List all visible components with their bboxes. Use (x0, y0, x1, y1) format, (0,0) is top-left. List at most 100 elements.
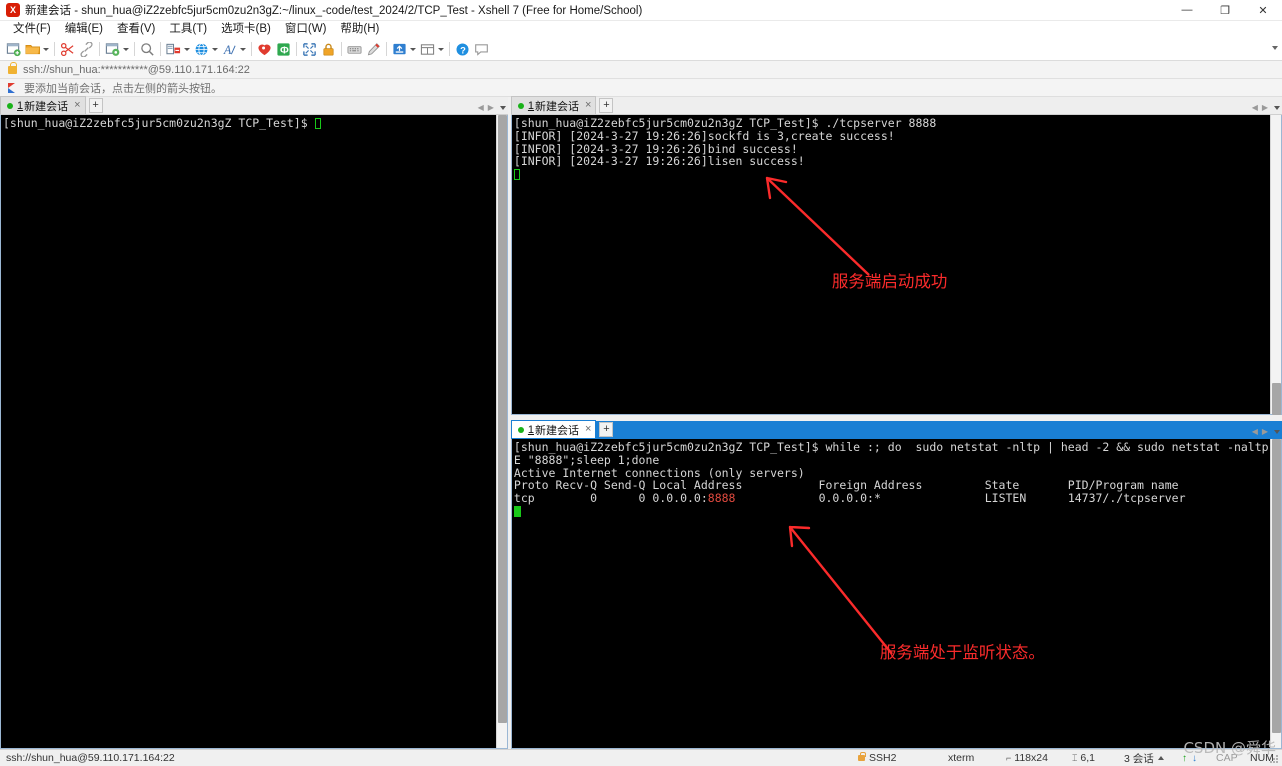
toolbar-separator-6 (296, 42, 297, 56)
keyboard-icon[interactable] (345, 39, 364, 59)
toolbar-separator-1 (54, 42, 55, 56)
xshell-window: X 新建会话 - shun_hua@iZ2zebfc5jur5cm0zu2n3g… (0, 0, 1282, 766)
script-icon[interactable]: Ф (274, 39, 293, 59)
status-connection: ssh://shun_hua@59.110.171.164:22 (6, 752, 175, 764)
tab-left-session-1[interactable]: 1 新建会话 × (0, 96, 86, 114)
terminal-left-wrap: [shun_hua@iZ2zebfc5jur5cm0zu2n3gZ TCP_Te… (0, 115, 508, 749)
tab-list-caret-icon[interactable] (1274, 105, 1280, 110)
terminal-right-top-scrollbar[interactable] (1270, 115, 1281, 415)
fullscreen-icon[interactable] (300, 39, 319, 59)
highlight-icon[interactable] (255, 39, 274, 59)
sessions-caret-icon[interactable] (1157, 756, 1164, 760)
toolbar-separator-2 (99, 42, 100, 56)
scrollbar-thumb[interactable] (1272, 383, 1281, 415)
lock-icon[interactable] (319, 39, 338, 59)
tab-scroll-left-icon[interactable]: ◀ (478, 103, 484, 112)
server-listen-annotation: 服务端处于监听状态。 (879, 643, 1045, 662)
tab-label: 新建会话 (535, 424, 580, 437)
terminal-right-top[interactable]: [shun_hua@iZ2zebfc5jur5cm0zu2n3gZ TCP_Te… (511, 115, 1270, 414)
netstat-suffix: 0.0.0.0:* LISTEN 14737/./tcpserver (735, 491, 1186, 506)
toolbar-overflow-caret[interactable] (1272, 46, 1278, 50)
tab-scroll-left-icon[interactable]: ◀ (1252, 427, 1258, 436)
close-button[interactable]: ✕ (1244, 0, 1282, 21)
terminal-right-bottom-scrollbar[interactable] (1270, 439, 1281, 748)
pane-right-top: 1 新建会话 × + ◀ ▶ [shun_hua@iZ2zebfc5jur5cm… (510, 96, 1282, 415)
address-bar[interactable]: ssh://shun_hua:***********@59.110.171.16… (0, 61, 1282, 79)
address-input[interactable]: ssh://shun_hua:***********@59.110.171.16… (23, 64, 250, 76)
log-pen-icon[interactable] (364, 39, 383, 59)
help-icon[interactable]: ? (453, 39, 472, 59)
tab-list-caret-icon[interactable] (499, 105, 506, 110)
terminal-cursor (513, 169, 520, 181)
address-lock-icon (8, 61, 17, 74)
terminal-right-bottom[interactable]: [shun_hua@iZ2zebfc5jur5cm0zu2n3gZ TCP_Te… (511, 439, 1270, 748)
tab-close-icon[interactable]: × (585, 100, 591, 111)
tab-close-icon[interactable]: × (585, 424, 591, 435)
status-size: 118x24 (1014, 752, 1048, 764)
open-dropdown-caret[interactable] (43, 47, 49, 51)
layout-caret[interactable] (438, 47, 444, 51)
terminal-line (513, 168, 1270, 181)
minimize-button[interactable]: — (1168, 0, 1206, 21)
maximize-restore-button[interactable]: ❐ (1206, 0, 1244, 21)
tab-label: 新建会话 (535, 100, 580, 113)
open-folder-icon[interactable] (23, 39, 42, 59)
properties-dropdown-caret[interactable] (123, 47, 129, 51)
resize-gripper-icon[interactable] (1268, 753, 1280, 765)
svg-text:?: ? (460, 45, 466, 55)
search-icon[interactable] (138, 39, 157, 59)
menu-tabs[interactable]: 选项卡(B) (214, 21, 278, 38)
tabstrip-right-top-nav: ◀ ▶ (1252, 103, 1280, 112)
status-bar: ssh://shun_hua@59.110.171.164:22 SSH2 xt… (0, 749, 1282, 766)
snapshot-caret[interactable] (410, 47, 416, 51)
terminal-line: [shun_hua@iZ2zebfc5jur5cm0zu2n3gZ TCP_Te… (513, 440, 1270, 454)
tab-scroll-right-icon[interactable]: ▶ (1262, 427, 1268, 436)
disconnect-icon[interactable] (58, 39, 77, 59)
terminal-left-scrollbar[interactable] (495, 115, 507, 748)
netstat-prefix: tcp 0 0 0.0.0.0: (513, 491, 708, 506)
globe-caret[interactable] (212, 47, 218, 51)
new-tab-button[interactable]: + (599, 422, 614, 437)
terminal-line: [shun_hua@iZ2zebfc5jur5cm0zu2n3gZ TCP_Te… (513, 116, 937, 130)
pane-right-bottom: 1 新建会话 × + ◀ ▶ [shun_hua@iZ2zebfc5jur5cm… (510, 420, 1282, 749)
file-transfer-caret[interactable] (184, 47, 190, 51)
toolbar-separator-5 (251, 42, 252, 56)
tab-right-bottom-session-1[interactable]: 1 新建会话 × (510, 420, 597, 438)
csdn-watermark: CSDN @舜华 (1183, 739, 1276, 757)
tab-scroll-left-icon[interactable]: ◀ (1252, 103, 1258, 112)
menu-view[interactable]: 查看(V) (110, 21, 162, 38)
scrollbar-thumb[interactable] (1272, 439, 1281, 733)
tab-right-top-session-1[interactable]: 1 新建会话 × (510, 96, 597, 114)
menu-file[interactable]: 文件(F) (6, 21, 58, 38)
tab-list-caret-icon[interactable] (1274, 429, 1280, 434)
reconnect-icon[interactable] (77, 39, 96, 59)
snapshot-icon[interactable] (390, 39, 409, 59)
properties-icon[interactable] (103, 39, 122, 59)
terminal-line: [shun_hua@iZ2zebfc5jur5cm0zu2n3gZ TCP_Te… (3, 117, 496, 130)
window-controls: — ❐ ✕ (1168, 0, 1282, 21)
globe-icon[interactable] (192, 39, 211, 59)
font-icon[interactable]: A (220, 39, 239, 59)
menu-window[interactable]: 窗口(W) (278, 21, 334, 38)
status-sessions-cell[interactable]: 3 会话 (1124, 751, 1182, 766)
terminal-left[interactable]: [shun_hua@iZ2zebfc5jur5cm0zu2n3gZ TCP_Te… (1, 115, 496, 748)
terminal-text: [shun_hua@iZ2zebfc5jur5cm0zu2n3gZ TCP_Te… (3, 116, 315, 130)
menu-help[interactable]: 帮助(H) (333, 21, 386, 38)
font-caret[interactable] (240, 47, 246, 51)
menu-tools[interactable]: 工具(T) (162, 21, 214, 38)
file-transfer-icon[interactable] (164, 39, 183, 59)
new-tab-button[interactable]: + (599, 98, 614, 113)
notice-bar: 要添加当前会话，点击左侧的箭头按钮。 (0, 79, 1282, 97)
feedback-icon[interactable] (472, 39, 491, 59)
scrollbar-thumb[interactable] (497, 115, 507, 723)
tab-scroll-right-icon[interactable]: ▶ (1262, 103, 1268, 112)
new-tab-button[interactable]: + (88, 98, 103, 113)
menu-edit[interactable]: 编辑(E) (58, 21, 110, 38)
tab-close-icon[interactable]: × (74, 100, 80, 111)
status-protocol: SSH2 (869, 752, 897, 764)
pane-right: 1 新建会话 × + ◀ ▶ [shun_hua@iZ2zebfc5jur5cm… (510, 96, 1282, 749)
new-session-icon[interactable] (4, 39, 23, 59)
layout-icon[interactable] (418, 39, 437, 59)
tab-scroll-right-icon[interactable]: ▶ (488, 103, 494, 112)
tab-status-dot-icon (517, 102, 524, 109)
